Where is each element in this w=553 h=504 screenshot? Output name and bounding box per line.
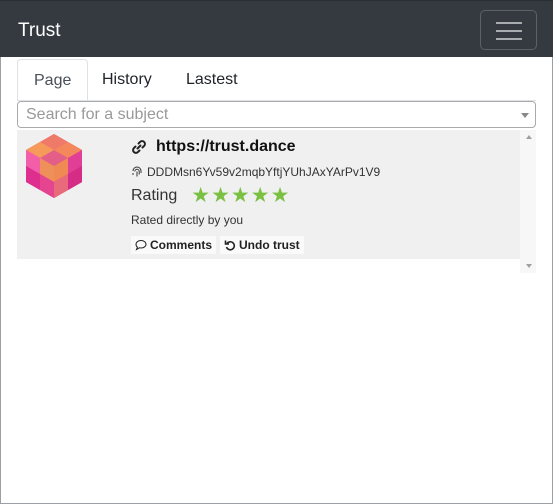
- fingerprint-icon: [132, 166, 142, 177]
- app-brand[interactable]: Trust: [18, 19, 61, 43]
- comment-icon: [135, 239, 147, 251]
- undo-icon: [224, 240, 236, 251]
- item-id-row: DDDMsn6Yv59v2mqbYftjYUhJAxYArPv1V9: [131, 164, 380, 180]
- scroll-down-arrow-icon[interactable]: [526, 264, 532, 268]
- undo-trust-button[interactable]: Undo trust: [220, 236, 304, 254]
- link-icon: [132, 140, 146, 154]
- tab-lastest[interactable]: Lastest: [170, 59, 254, 101]
- scrollbar[interactable]: [520, 130, 536, 273]
- item-actions: Comments Undo trust: [131, 236, 308, 254]
- comments-label: Comments: [150, 238, 213, 252]
- hamburger-icon-bar: [496, 30, 522, 32]
- hamburger-icon: [496, 22, 522, 24]
- item-title[interactable]: https://trust.dance: [156, 138, 296, 156]
- item-title-row: https://trust.dance: [131, 137, 296, 157]
- star-icon[interactable]: ★: [191, 185, 210, 207]
- identicon-avatar: [26, 134, 82, 198]
- star-icon[interactable]: ★: [251, 185, 270, 207]
- hamburger-icon-bar: [496, 38, 522, 40]
- rating-label: Rating: [131, 187, 178, 204]
- dropdown-arrow-icon[interactable]: [521, 113, 529, 118]
- scroll-up-arrow-icon[interactable]: [526, 135, 532, 139]
- tab-page[interactable]: Page: [17, 59, 89, 101]
- star-icon[interactable]: ★: [211, 185, 230, 207]
- subject-search-select[interactable]: Search for a subject: [17, 101, 536, 128]
- comments-button[interactable]: Comments: [131, 236, 217, 254]
- search-placeholder: Search for a subject: [26, 106, 169, 123]
- menu-toggle-button[interactable]: [480, 10, 537, 50]
- tab-bar: Page History Lastest: [17, 59, 536, 101]
- star-icon[interactable]: ★: [271, 185, 290, 207]
- rating-status: Rated directly by you: [131, 213, 244, 227]
- navbar: Trust: [0, 0, 553, 57]
- star-icon[interactable]: ★: [231, 185, 250, 207]
- results-list: https://trust.dance DDDMsn6Yv59v2mqbYftj…: [17, 130, 536, 273]
- rating-row: Rating ★ ★ ★ ★ ★: [131, 185, 290, 207]
- list-item: https://trust.dance DDDMsn6Yv59v2mqbYftj…: [17, 130, 520, 259]
- tab-history[interactable]: History: [86, 59, 168, 101]
- item-address: DDDMsn6Yv59v2mqbYftjYUhJAxYArPv1V9: [147, 165, 381, 179]
- undo-trust-label: Undo trust: [239, 238, 300, 252]
